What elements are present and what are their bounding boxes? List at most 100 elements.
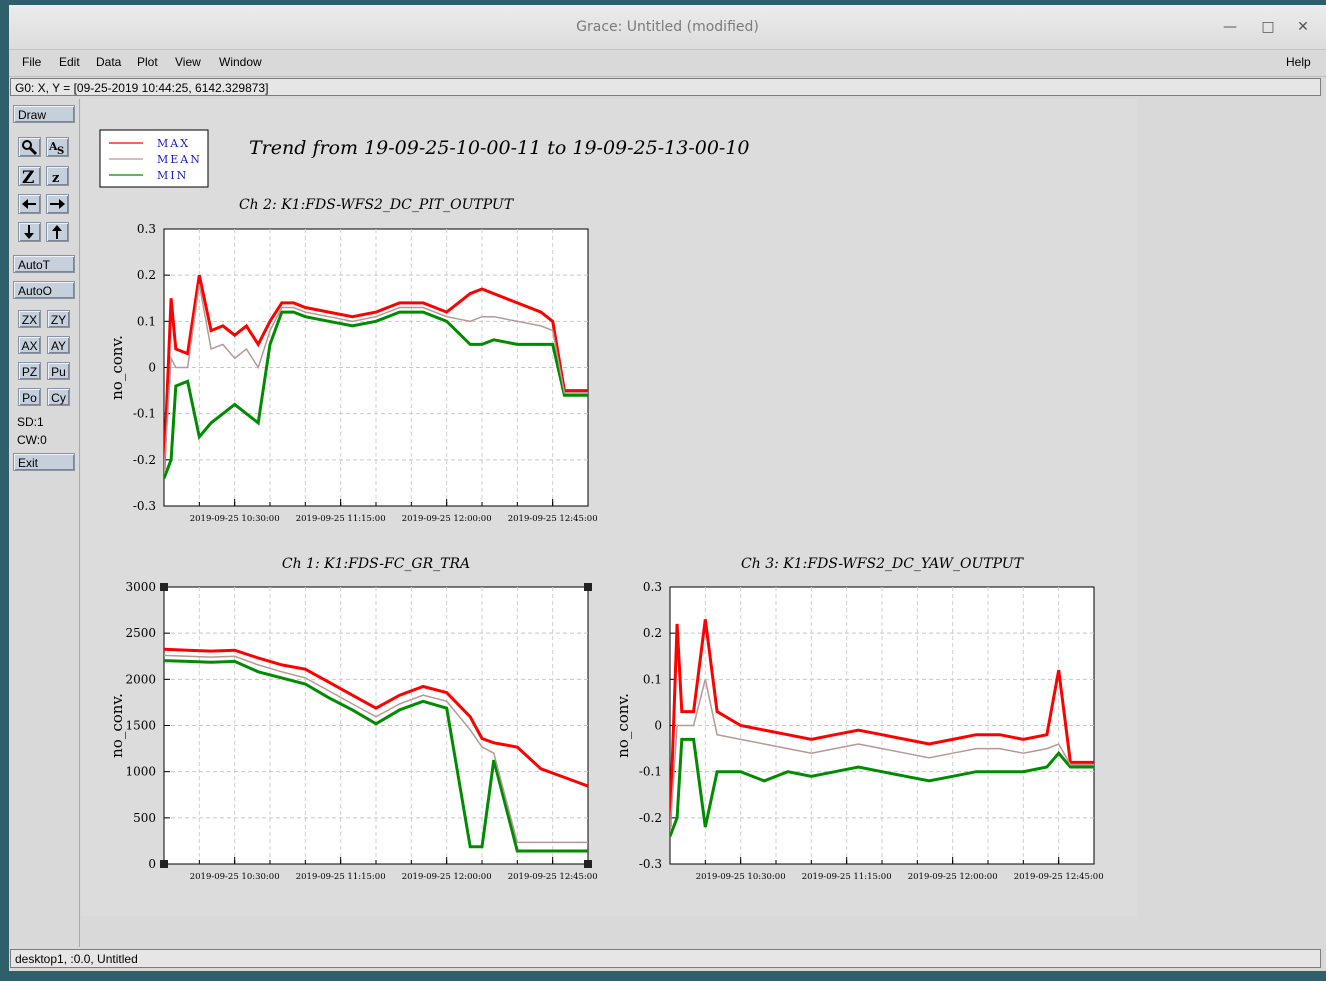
status-bar: desktop1, :0.0, Untitled (10, 949, 1321, 968)
x-tick-label: 2019-09-25 11:15:00 (296, 872, 386, 882)
x-tick-label: 2019-09-25 10:30:00 (190, 514, 280, 524)
selection-handle[interactable] (584, 583, 592, 591)
scroll-down-button[interactable] (18, 222, 41, 242)
arrow-right-icon (50, 199, 65, 209)
y-tick-label: 0.3 (643, 580, 662, 594)
zy-button[interactable]: ZY (47, 310, 70, 328)
y-tick-label: 0.2 (137, 268, 156, 282)
grace-window: Grace: Untitled (modified) — □ ✕ File Ed… (9, 5, 1326, 971)
canvas-area[interactable]: MAX MEAN MIN Trend from 19-09-25-10-00-1… (81, 99, 1321, 947)
y-tick-label: -0.1 (133, 407, 156, 421)
y-tick-label: 2500 (125, 626, 156, 640)
graph-title: Ch 3: K1:FDS-WFS2_DC_YAW_OUTPUT (741, 556, 1025, 572)
y-tick-label: 0.3 (137, 222, 156, 236)
scroll-left-button[interactable] (18, 194, 41, 214)
y-tick-label: -0.3 (639, 857, 662, 871)
y-axis-label: no_conv. (108, 693, 126, 758)
y-axis-label: no_conv. (108, 335, 126, 400)
graph-1[interactable]: Ch 1: K1:FDS-FC_GR_TRA 3000 2500 2000 1500 10… (108, 556, 598, 882)
menu-file[interactable]: File (22, 55, 41, 69)
cw-label: CW:0 (17, 433, 47, 447)
y-tick-label: 500 (133, 811, 156, 825)
pu-button[interactable]: Pu (47, 362, 70, 380)
title-bar: Grace: Untitled (modified) — □ ✕ (9, 5, 1326, 50)
legend-label-min: MIN (157, 169, 188, 182)
zoom-button[interactable] (18, 137, 41, 157)
exit-button[interactable]: Exit (13, 453, 75, 471)
y-tick-label: 2000 (125, 672, 156, 686)
graph-0[interactable]: Ch 2: K1:FDS-WFS2_DC_PIT_OUTPUT 0.3 0.2 0.1… (108, 197, 598, 524)
minimize-icon[interactable]: — (1219, 17, 1241, 37)
y-tick-label: 1500 (125, 719, 156, 733)
scroll-right-button[interactable] (46, 194, 69, 214)
locator-bar: G0: X, Y = [09-25-2019 10:44:25, 6142.32… (10, 78, 1321, 96)
legend-label-max: MAX (157, 137, 190, 150)
selection-handle[interactable] (160, 860, 168, 868)
zoom-out-button[interactable]: z (46, 166, 69, 186)
pz-button[interactable]: PZ (18, 362, 41, 380)
menu-data[interactable]: Data (96, 55, 121, 69)
y-tick-label: -0.2 (133, 453, 156, 467)
legend-label-mean: MEAN (157, 153, 202, 166)
x-tick-label: 2019-09-25 12:45:00 (1014, 872, 1104, 882)
y-tick-label: 0 (148, 857, 156, 871)
graphs-layer: Ch 2: K1:FDS-WFS2_DC_PIT_OUTPUT 0.3 0.2 0.1… (108, 197, 1104, 882)
svg-text:z: z (52, 171, 59, 185)
autot-button[interactable]: AutoT (13, 255, 75, 273)
menu-help[interactable]: Help (1286, 55, 1311, 69)
x-tick-label: 2019-09-25 12:00:00 (908, 872, 998, 882)
x-tick-label: 2019-09-25 12:00:00 (402, 872, 492, 882)
selection-handle[interactable] (584, 860, 592, 868)
x-tick-label: 2019-09-25 12:45:00 (508, 514, 598, 524)
y-tick-label: 0.1 (137, 314, 156, 328)
graph-title: Ch 1: K1:FDS-FC_GR_TRA (282, 556, 470, 572)
x-tick-label: 2019-09-25 12:45:00 (508, 872, 598, 882)
zoom-in-button[interactable]: Z (18, 166, 41, 188)
text-scale-icon: AS (48, 140, 64, 157)
ay-button[interactable]: AY (47, 336, 70, 354)
cy-button[interactable]: Cy (47, 388, 70, 406)
y-tick-label: 0.2 (643, 626, 662, 640)
sd-label: SD:1 (17, 415, 44, 429)
menu-bar: File Edit Data Plot View Window Help (9, 50, 1326, 77)
menu-edit[interactable]: Edit (59, 55, 80, 69)
selection-handle[interactable] (160, 583, 168, 591)
magnifier-icon (22, 140, 38, 156)
y-tick-label: -0.2 (639, 811, 662, 825)
menu-window[interactable]: Window (219, 55, 262, 69)
maximize-icon[interactable]: □ (1257, 17, 1279, 37)
po-button[interactable]: Po (18, 388, 41, 406)
arrow-up-icon (52, 225, 62, 239)
x-tick-label: 2019-09-25 12:00:00 (402, 514, 492, 524)
x-tick-label: 2019-09-25 11:15:00 (802, 872, 892, 882)
y-tick-label: 3000 (125, 580, 156, 594)
big-z-icon: Z (22, 168, 34, 188)
window-title: Grace: Untitled (modified) (576, 19, 759, 35)
scroll-up-button[interactable] (46, 222, 69, 242)
y-tick-label: 0.1 (643, 672, 662, 686)
y-tick-label: 0 (148, 361, 156, 375)
zx-button[interactable]: ZX (18, 310, 41, 328)
graph-2[interactable]: Ch 3: K1:FDS-WFS2_DC_YAW_OUTPUT 0.3 0.2 0.1… (614, 556, 1104, 882)
x-tick-label: 2019-09-25 11:15:00 (296, 514, 386, 524)
toolbar: Draw AS Z z AutoT AutoO ZX ZY AX AY PZ P… (10, 99, 80, 947)
menu-view[interactable]: View (175, 55, 201, 69)
svg-text:Z: Z (22, 168, 34, 185)
y-tick-label: 0 (654, 719, 662, 733)
plot-svg: MAX MEAN MIN Trend from 19-09-25-10-00-1… (99, 129, 1104, 882)
y-tick-label: 1000 (125, 765, 156, 779)
plot-canvas[interactable]: MAX MEAN MIN Trend from 19-09-25-10-00-1… (81, 99, 1137, 916)
y-axis-label: no_conv. (614, 693, 632, 758)
x-tick-label: 2019-09-25 10:30:00 (190, 872, 280, 882)
y-tick-label: -0.3 (133, 499, 156, 513)
ax-button[interactable]: AX (18, 336, 41, 354)
autoscale-text-button[interactable]: AS (46, 137, 69, 157)
autoo-button[interactable]: AutoO (13, 281, 75, 299)
small-z-icon: z (52, 171, 59, 186)
svg-text:S: S (57, 146, 64, 156)
draw-button[interactable]: Draw (13, 105, 75, 123)
arrow-left-icon (22, 199, 36, 209)
close-icon[interactable]: ✕ (1292, 17, 1314, 37)
y-tick-label: -0.1 (639, 765, 662, 779)
menu-plot[interactable]: Plot (137, 55, 158, 69)
